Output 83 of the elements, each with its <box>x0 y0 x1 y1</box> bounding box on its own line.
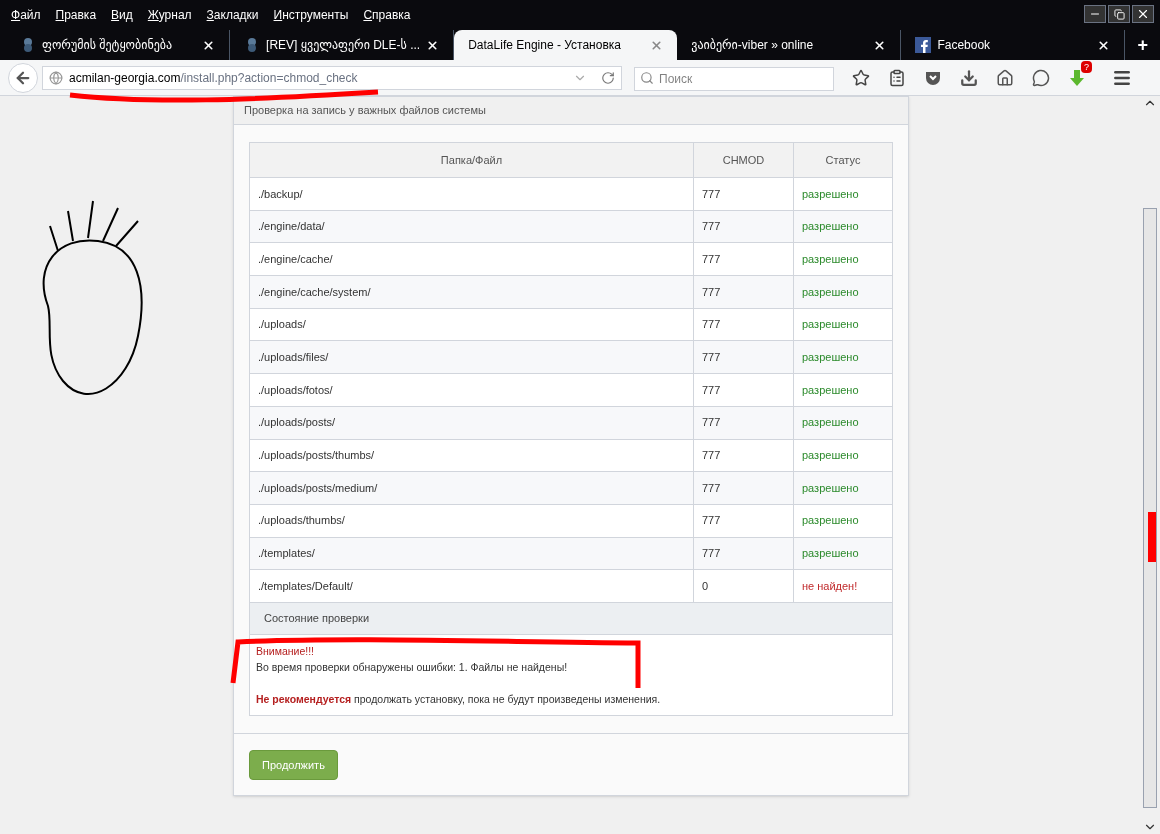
marker-stroke <box>1148 512 1156 562</box>
column-header: CHMOD <box>694 143 794 177</box>
column-header: Папка/Файл <box>250 143 694 177</box>
menu-item[interactable]: Вид <box>111 6 133 24</box>
path-cell: ./uploads/posts/thumbs/ <box>250 439 694 472</box>
status-cell-text: разрешено <box>801 415 860 431</box>
tab-title: DataLife Engine - Установка <box>468 37 622 54</box>
chmod-cell: 777 <box>694 504 794 537</box>
addon-arrow-icon[interactable] <box>1068 68 1086 87</box>
chmod-cell: 777 <box>694 178 794 210</box>
path-cell: ./backup/ <box>250 178 694 210</box>
chmod-cell: 777 <box>694 308 794 341</box>
tab-title: [REV] ყველაფერი DLE-ს ... <box>266 37 421 54</box>
restore-button[interactable] <box>1108 5 1130 23</box>
path-cell: ./templates/ <box>250 537 694 570</box>
status-cell-text: разрешено <box>801 480 860 496</box>
status-cell-text: разрешено <box>801 448 860 464</box>
path-cell: ./uploads/ <box>250 308 694 341</box>
path-cell: ./templates/Default/ <box>250 570 694 602</box>
globe-icon <box>49 70 63 85</box>
path-cell: ./uploads/thumbs/ <box>250 504 694 537</box>
error-message: Во время проверки обнаружены ошибки: 1. Файлы не найдены! <box>256 659 569 675</box>
reload-icon[interactable] <box>601 70 615 85</box>
status-cell-text: разрешено <box>801 284 860 300</box>
panel-title: Проверка на запись у важных файлов системы <box>244 103 486 119</box>
chmod-cell: 777 <box>694 276 794 308</box>
url-text: acmilan-georgia.com/install.php?action=chmod_check <box>69 69 359 87</box>
search-icon <box>640 70 654 85</box>
bookmark-star-icon[interactable] <box>852 68 870 87</box>
restore-icon <box>1113 8 1125 20</box>
status-cell-text: разрешено <box>801 186 860 202</box>
recommendation-text: Не рекомендуется продолжать установку, пока не будут произведены изменения. <box>256 691 662 707</box>
menu-item[interactable]: Правка <box>55 6 97 24</box>
chat-icon[interactable] <box>1032 68 1050 87</box>
chmod-cell: 777 <box>694 537 794 570</box>
chmod-cell: 777 <box>694 439 794 472</box>
close-icon <box>1136 7 1150 21</box>
chmod-cell: 0 <box>694 570 794 602</box>
status-cell-text: не найден! <box>801 578 859 594</box>
tab-title: ფორუმის შეტყობინება <box>42 37 174 54</box>
menu-item[interactable]: Справка <box>363 6 411 24</box>
notification-badge: ? <box>1081 60 1092 73</box>
status-cell-text: разрешено <box>801 219 860 235</box>
new-tab-button[interactable]: + <box>1125 30 1160 60</box>
menu-item[interactable]: Закладки <box>206 6 259 24</box>
path-cell: ./uploads/posts/ <box>250 406 694 439</box>
download-icon[interactable] <box>960 68 978 87</box>
search-field[interactable]: Поиск <box>634 66 834 91</box>
status-cell-text: разрешено <box>801 546 860 562</box>
path-cell: ./uploads/files/ <box>250 341 694 374</box>
status-cell-text: разрешено <box>801 513 860 529</box>
reading-list-icon[interactable] <box>888 68 906 87</box>
home-icon[interactable] <box>996 68 1014 87</box>
chmod-cell: 777 <box>694 374 794 406</box>
status-cell-text: разрешено <box>801 317 860 333</box>
menu-item[interactable]: Инструменты <box>273 6 349 24</box>
path-cell: ./uploads/fotos/ <box>250 374 694 406</box>
path-cell: ./engine/data/ <box>250 210 694 243</box>
status-cell-text: разрешено <box>801 350 860 366</box>
browser-tab[interactable]: DataLife Engine - Установка <box>454 30 678 60</box>
back-button[interactable] <box>8 62 38 93</box>
close-button[interactable] <box>1132 5 1154 23</box>
address-field[interactable]: acmilan-georgia.com/install.php?action=chmod_check <box>42 65 622 90</box>
scroll-thumb[interactable] <box>1143 208 1157 808</box>
path-cell: ./uploads/posts/medium/ <box>250 472 694 504</box>
section-header: Состояние проверки <box>250 602 892 635</box>
status-cell-text: разрешено <box>801 382 860 398</box>
facebook-icon <box>915 37 932 53</box>
column-header: Статус <box>824 152 862 168</box>
warning-title: Внимание!!! <box>256 643 315 659</box>
path-cell: ./engine/cache/ <box>250 243 694 276</box>
status-cell-text: разрешено <box>801 251 860 267</box>
minimize-button[interactable] <box>1084 5 1106 23</box>
chmod-cell: 777 <box>694 210 794 243</box>
tab-title: ვაიბერი-viber » online <box>691 37 815 54</box>
path-cell: ./engine/cache/system/ <box>250 276 694 308</box>
chmod-cell: 777 <box>694 341 794 374</box>
menu-item[interactable]: Файл <box>11 6 41 24</box>
menu-item[interactable]: Журнал <box>147 6 192 24</box>
chmod-cell: 777 <box>694 406 794 439</box>
tab-title: Facebook <box>937 37 992 54</box>
chmod-cell: 777 <box>694 243 794 276</box>
chmod-cell: 777 <box>694 472 794 504</box>
